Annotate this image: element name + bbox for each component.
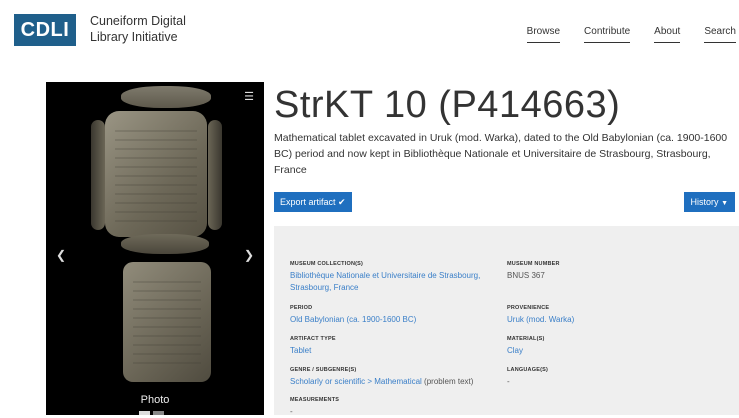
image-indicator-1[interactable] <box>139 411 150 415</box>
tablet-left-edge-image <box>91 120 105 230</box>
genre-link[interactable]: Scholarly or scientific > Mathematical <box>290 377 422 386</box>
nav-contribute[interactable]: Contribute <box>584 26 631 43</box>
cdli-logo[interactable]: CDLI <box>14 14 76 46</box>
period-field: PERIOD Old Babylonian (ca. 1900-1600 BC) <box>290 305 505 326</box>
image-indicators <box>139 411 164 415</box>
chevron-left-icon[interactable]: ❮ <box>56 248 66 262</box>
image-indicator-2[interactable] <box>153 411 164 415</box>
tablet-obverse-image <box>105 111 207 237</box>
photo-label: Photo <box>140 394 170 406</box>
language-value: - <box>507 377 510 386</box>
museum-number-field: MUSEUM NUMBER BNUS 367 <box>507 261 707 282</box>
artifact-metadata-panel: MUSEUM COLLECTION(S) Bibliothèque Nation… <box>274 226 739 416</box>
material-field: MATERIAL(S) Clay <box>507 336 707 357</box>
main-nav: Browse Contribute About Search <box>526 26 739 43</box>
site-header: CDLI Cuneiform Digital Library Initiativ… <box>0 0 739 62</box>
nav-browse[interactable]: Browse <box>526 26 561 43</box>
nav-search[interactable]: Search <box>704 26 736 43</box>
museum-collection-label: MUSEUM COLLECTION(S) <box>290 261 364 267</box>
artifact-type-link[interactable]: Tablet <box>290 346 311 355</box>
measurements-value: - <box>290 407 293 416</box>
chevron-down-icon: ✔︎ <box>338 197 346 207</box>
site-title[interactable]: Cuneiform Digital Library Initiative <box>90 13 186 45</box>
artifact-type-label: ARTIFACT TYPE <box>290 336 336 342</box>
history-button[interactable]: History ▼ <box>683 192 735 212</box>
museum-number-value: BNUS 367 <box>507 271 545 280</box>
site-title-line2: Library Initiative <box>90 30 178 44</box>
artifact-description: Mathematical tablet excavated in Uruk (m… <box>274 132 728 176</box>
measurements-label: MEASUREMENTS <box>290 397 340 403</box>
hamburger-menu-icon[interactable]: ☰ <box>244 90 254 103</box>
export-artifact-label: Export artifact <box>280 197 336 207</box>
language-field: LANGUAGE(S) - <box>507 367 707 388</box>
chevron-right-icon[interactable]: ❯ <box>244 248 254 262</box>
provenience-field: PROVENIENCE Uruk (mod. Warka) <box>507 305 707 326</box>
material-label: MATERIAL(S) <box>507 336 545 342</box>
artifact-title: StrKT 10 (P414663) <box>274 84 621 126</box>
language-label: LANGUAGE(S) <box>507 367 549 373</box>
provenience-label: PROVENIENCE <box>507 305 550 311</box>
site-title-line1: Cuneiform Digital <box>90 14 186 28</box>
material-link[interactable]: Clay <box>507 346 523 355</box>
provenience-link[interactable]: Uruk (mod. Warka) <box>507 315 574 324</box>
period-link[interactable]: Old Babylonian (ca. 1900-1600 BC) <box>290 315 416 324</box>
museum-number-label: MUSEUM NUMBER <box>507 261 560 267</box>
image-viewer[interactable]: ☰ ❮ ❯ Photo <box>46 82 264 415</box>
museum-collection-link[interactable]: Bibliothèque Nationale et Universitaire … <box>290 271 480 292</box>
genre-label: GENRE / SUBGENRE(S) <box>290 367 357 373</box>
tablet-top-edge-image <box>121 86 211 108</box>
genre-suffix: (problem text) <box>421 377 474 386</box>
caret-down-icon: ▼ <box>721 200 728 207</box>
nav-about[interactable]: About <box>654 26 681 43</box>
tablet-right-edge-image <box>208 120 222 230</box>
artifact-type-field: ARTIFACT TYPE Tablet <box>290 336 505 357</box>
period-label: PERIOD <box>290 305 313 311</box>
tablet-reverse-image <box>123 262 211 382</box>
history-label: History <box>690 197 719 207</box>
genre-field: GENRE / SUBGENRE(S) Scholarly or scienti… <box>290 367 505 388</box>
tablet-bottom-edge-image <box>121 234 209 254</box>
museum-collection-field: MUSEUM COLLECTION(S) Bibliothèque Nation… <box>290 261 505 294</box>
export-artifact-button[interactable]: Export artifact ✔︎ <box>274 192 352 212</box>
